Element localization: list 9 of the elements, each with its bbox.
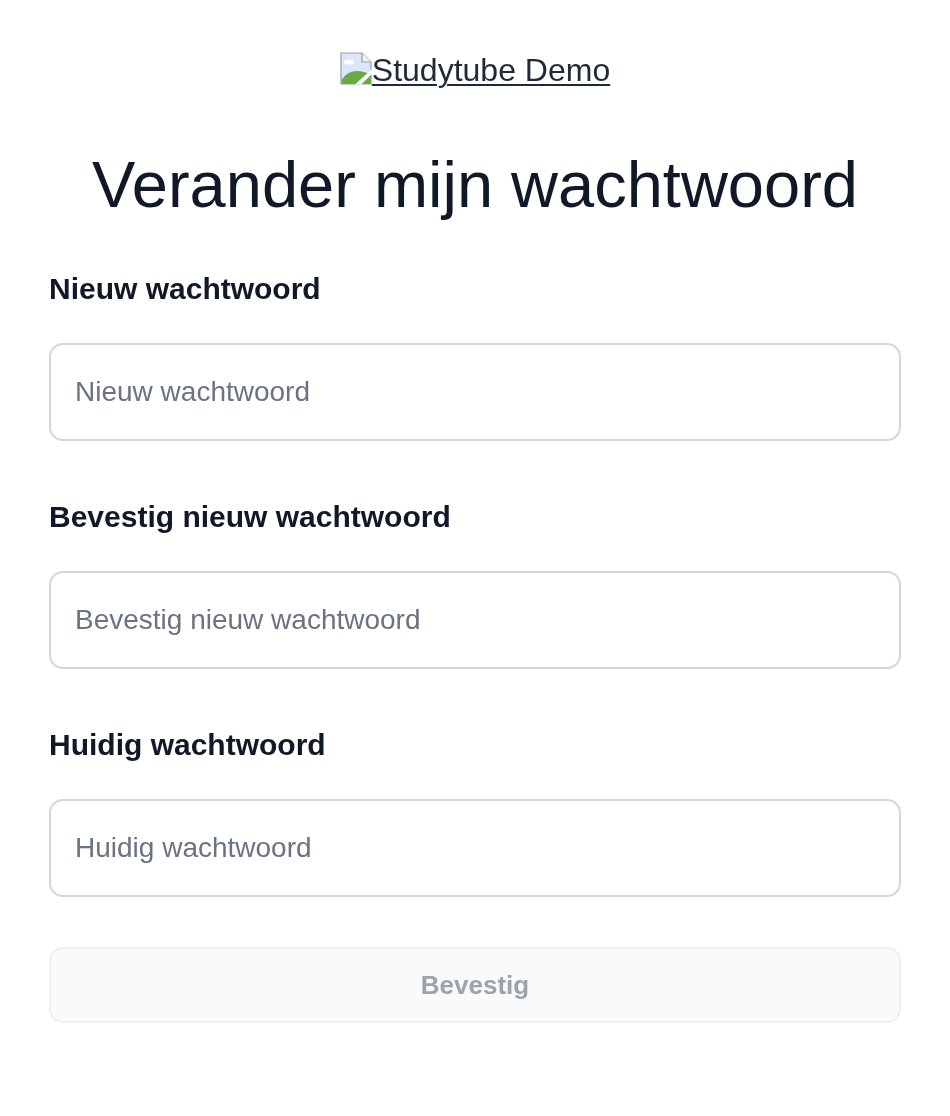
field-label: Huidig wachtwoord bbox=[49, 727, 326, 763]
logo-link[interactable]: Studytube Demo bbox=[339, 52, 611, 88]
password-field[interactable]: Nieuw wachtwoord bbox=[49, 343, 901, 441]
field-label: Nieuw wachtwoord bbox=[49, 271, 321, 307]
page-title: Verander mijn wachtwoord bbox=[91, 149, 859, 221]
password-field[interactable]: Huidig wachtwoord bbox=[49, 799, 901, 897]
password-field[interactable]: Bevestig nieuw wachtwoord bbox=[49, 571, 901, 669]
field-label: Bevestig nieuw wachtwoord bbox=[49, 499, 451, 535]
broken-image-icon bbox=[339, 52, 372, 85]
